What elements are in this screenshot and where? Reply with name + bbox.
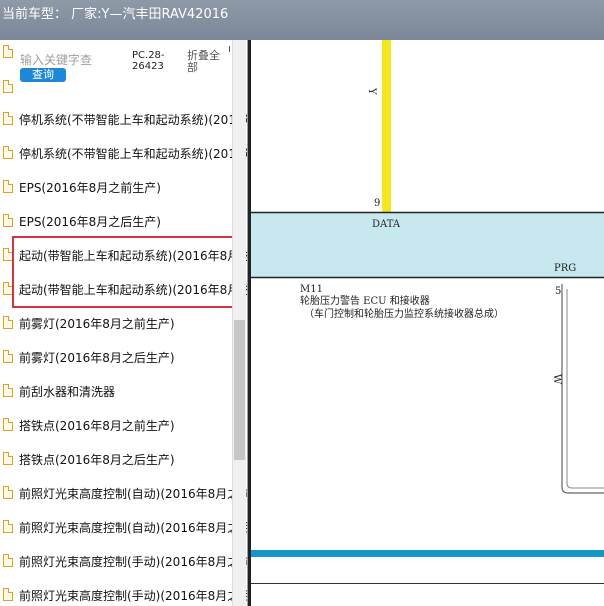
data-bus-band: [251, 212, 604, 277]
tree-item[interactable]: EPS(2016年8月之后生产): [0, 204, 232, 238]
tree-item[interactable]: 起动(带智能上车和起动系统)(2016年8月之后生产): [0, 272, 247, 306]
blue-wire: [251, 550, 604, 557]
document-icon: [3, 384, 13, 397]
document-icon: [3, 112, 13, 125]
tree-item-label: 搭铁点(2016年8月之前生产): [19, 419, 175, 433]
tree-item-label: 前雾灯(2016年8月之前生产): [19, 317, 175, 331]
tree-item-label: 前照灯光束高度控制(自动)(2016年8月之后生产): [19, 521, 247, 535]
document-icon: [3, 554, 13, 567]
tree-item-label: 前雾灯(2016年8月之后生产): [19, 351, 175, 365]
wire-right: [566, 289, 604, 489]
tree-item-label: 前刮水器和清洗器: [19, 385, 116, 399]
document-icon: [3, 282, 13, 295]
document-icon: [3, 486, 13, 499]
document-icon: [3, 588, 13, 601]
tree-item[interactable]: 前照灯光束高度控制(自动)(2016年8月之后生产): [0, 510, 247, 544]
scrollbar-thumb[interactable]: [234, 320, 245, 460]
search-button[interactable]: 查询: [20, 68, 66, 82]
tree-item[interactable]: 停机系统(不带智能上车和起动系统)(2016年8月之后生产): [0, 136, 247, 170]
document-icon: [3, 316, 13, 329]
tree-item[interactable]: 前雾灯(2016年8月之后生产): [0, 340, 232, 374]
component-code: M11: [300, 284, 323, 295]
document-icon: [3, 248, 13, 261]
tree-item-label: 停机系统(不带智能上车和起动系统)(2016年8月之后生产): [19, 147, 247, 161]
document-icon: [3, 452, 13, 465]
tree-item[interactable]: EPS(2016年8月之前生产): [0, 170, 232, 204]
window-title: 当前车型： 厂家:Y—汽丰田RAV42016: [2, 7, 229, 22]
document-icon: [3, 146, 13, 159]
component-name: 轮胎压力警告 ECU 和接收器: [300, 294, 430, 307]
tree-item-label: 前照灯光束高度控制(手动)(2016年8月之前生产): [19, 555, 247, 569]
tree-item[interactable]: 搭铁点(2016年8月之前生产): [0, 408, 232, 442]
tree-item[interactable]: 停机系统(不带智能上车和起动系统)(2016年8月之前生产): [0, 102, 247, 136]
tree-item-label: 起动(带智能上车和起动系统)(2016年8月之后生产): [19, 283, 247, 297]
document-icon: [3, 80, 13, 93]
tree-item-label: 起动(带智能上车和起动系统)(2016年8月之前生产): [19, 249, 247, 263]
document-tree: 停机系统(不带智能上车和起动系统)(2016年8月之前生产) 停机系统(不带智能…: [0, 102, 247, 606]
yellow-wire: [382, 40, 391, 212]
tree-scrollbar[interactable]: [232, 40, 246, 606]
fold-all-button[interactable]: 折叠全 部: [187, 50, 229, 74]
wire-color-label: Y: [366, 87, 377, 95]
toolbar-divider: [229, 46, 230, 52]
search-toolbar: 查询 PC.28- 26423 折叠全 部: [0, 40, 232, 102]
tree-item-label: EPS(2016年8月之前生产): [19, 181, 161, 195]
prg-label: PRG: [554, 263, 576, 274]
wire-color-right: W: [551, 374, 562, 385]
tree-item[interactable]: 前照灯光束高度控制(自动)(2016年8月之前生产): [0, 476, 247, 510]
tree-item[interactable]: 起动(带智能上车和起动系统)(2016年8月之前生产): [0, 238, 247, 272]
wiring-diagram: Y 9 DATA PRG M11 轮胎压力警告 ECU 和接收器 （车门控制和轮…: [248, 40, 604, 606]
tree-item-label: EPS(2016年8月之后生产): [19, 215, 161, 229]
tree-item-label: 前照灯光束高度控制(自动)(2016年8月之前生产): [19, 487, 247, 501]
diagram-canvas: Y 9 DATA PRG M11 轮胎压力警告 ECU 和接收器 （车门控制和轮…: [248, 40, 604, 606]
document-icon: [3, 214, 13, 227]
document-icon: [3, 418, 13, 431]
tree-item[interactable]: 前刮水器和清洗器: [0, 374, 232, 408]
left-panel: 查询 PC.28- 26423 折叠全 部 停机系统(不带智能上车和起动系统)(…: [0, 40, 248, 606]
title-bar: 当前车型： 厂家:Y—汽丰田RAV42016: [0, 0, 604, 40]
document-icon: [3, 180, 13, 193]
document-icon: [3, 350, 13, 363]
component-description: （车门控制和轮胎压力监控系统接收器总成）: [304, 307, 504, 320]
document-icon: [3, 45, 13, 58]
tree-item[interactable]: 前照灯光束高度控制(手动)(2016年8月之后生产): [0, 578, 247, 606]
tree-item-label: 停机系统(不带智能上车和起动系统)(2016年8月之前生产): [19, 113, 247, 127]
tree-item[interactable]: 前雾灯(2016年8月之前生产): [0, 306, 232, 340]
pc-code-label: PC.28- 26423: [132, 50, 165, 72]
tree-item[interactable]: 前照灯光束高度控制(手动)(2016年8月之前生产): [0, 544, 247, 578]
pin-number-right: 5: [555, 286, 561, 297]
tree-item[interactable]: 搭铁点(2016年8月之后生产): [0, 442, 232, 476]
diagram-left-border: [248, 40, 251, 606]
tree-item-label: 搭铁点(2016年8月之后生产): [19, 453, 175, 467]
data-label: DATA: [372, 219, 401, 230]
tree-item-label: 前照灯光束高度控制(手动)(2016年8月之后生产): [19, 589, 247, 603]
component-outline: [561, 284, 604, 494]
pin-number-top: 9: [374, 198, 380, 209]
document-icon: [3, 520, 13, 533]
search-input[interactable]: [20, 52, 126, 68]
